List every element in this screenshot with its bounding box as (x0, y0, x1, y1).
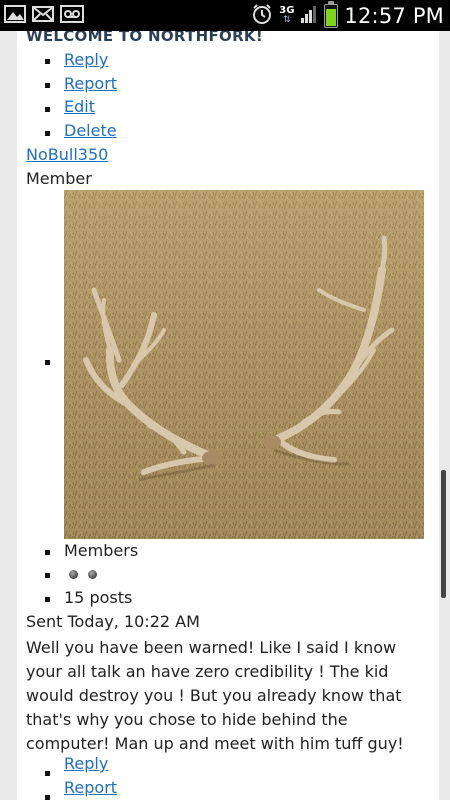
alarm-icon (251, 3, 273, 29)
scrollbar-thumb[interactable] (441, 470, 446, 598)
image-icon (4, 4, 26, 28)
post-count: 15 posts (64, 588, 133, 607)
system-icons: 3G ⇅ 12:57 PM (251, 0, 444, 29)
status-bar: 3G ⇅ 12:57 PM (0, 0, 450, 31)
reputation-dot (88, 570, 97, 579)
message-body: Well you have been warned! Like I said I… (26, 638, 404, 753)
topic-heading: WELCOME TO NORTHFORK! (26, 31, 263, 45)
data-arrows-icon: ⇅ (283, 15, 291, 25)
author-avatar-photo[interactable] (64, 190, 424, 539)
author-group: Members (64, 541, 139, 560)
voicemail-icon (60, 5, 84, 27)
bullet (45, 59, 50, 64)
notification-icons (4, 4, 84, 28)
author-name-link[interactable]: NoBull350 (26, 145, 108, 164)
reputation-dot (69, 570, 78, 579)
bullet (45, 360, 50, 365)
scrollbar-track (439, 31, 450, 800)
clock: 12:57 PM (344, 3, 444, 28)
mail-icon (32, 5, 54, 27)
bullet (45, 550, 50, 555)
bullet (45, 83, 50, 88)
bullet (45, 597, 50, 602)
battery-icon (324, 0, 339, 28)
signal-icon (300, 4, 318, 28)
bullet (45, 795, 50, 800)
sent-timestamp: Sent Today, 10:22 AM (26, 612, 200, 631)
report-link[interactable]: Report (64, 778, 117, 797)
bullet (45, 771, 50, 776)
forum-page: WELCOME TO NORTHFORK! Reply Report Edit … (17, 31, 439, 800)
bullet (45, 107, 50, 112)
bullet (45, 573, 50, 578)
bullet (45, 131, 50, 136)
reply-link[interactable]: Reply (64, 50, 108, 69)
network-type: 3G ⇅ (279, 5, 295, 25)
edit-link[interactable]: Edit (64, 97, 95, 116)
author-role: Member (26, 169, 92, 188)
reply-link[interactable]: Reply (64, 754, 108, 773)
elk-antlers-image (64, 190, 424, 539)
delete-link[interactable]: Delete (64, 121, 117, 140)
report-link[interactable]: Report (64, 74, 117, 93)
